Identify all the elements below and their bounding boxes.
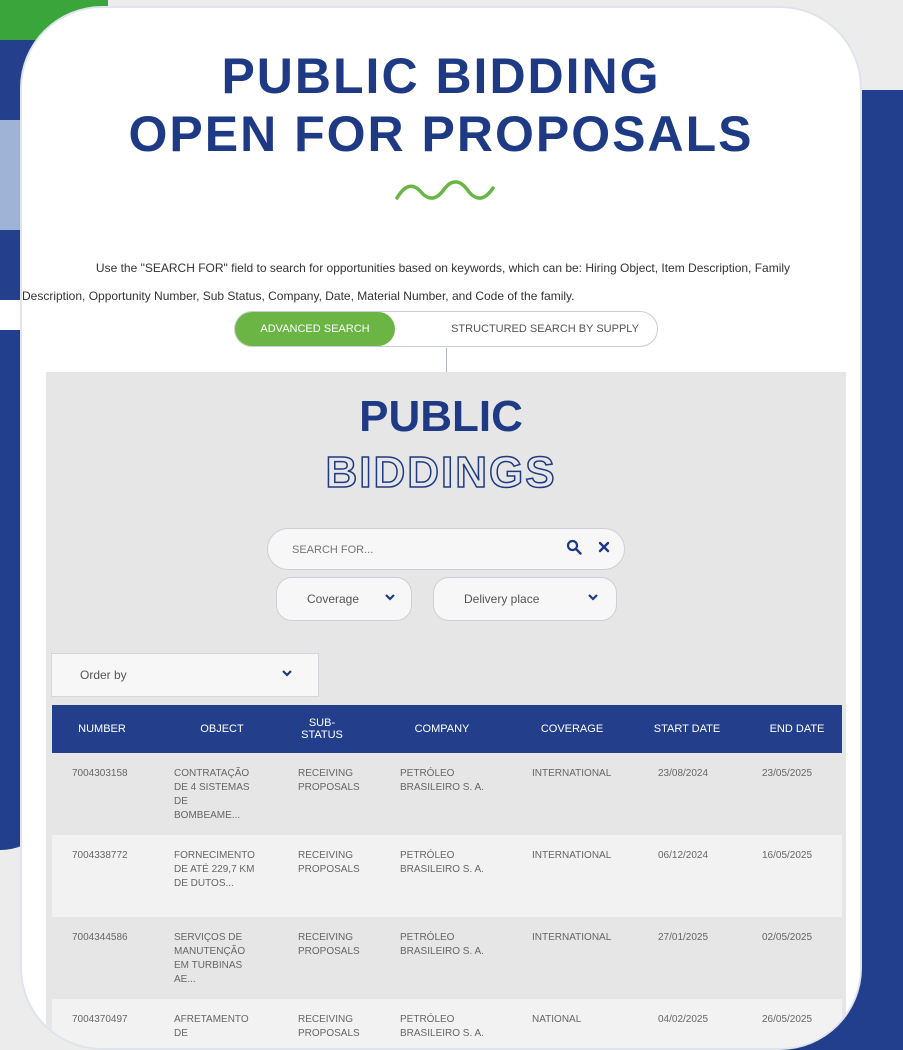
hero-title-line1: PUBLIC BIDDING: [221, 48, 661, 104]
cell-object: FORNECIMENTO DE ATÉ 229,7 KM DE DUTOS...: [174, 850, 255, 889]
panel-title-public: PUBLIC: [359, 392, 523, 441]
header-number[interactable]: NUMBER: [52, 705, 152, 753]
header-object[interactable]: OBJECT: [167, 705, 277, 753]
header-sub-status[interactable]: SUB- STATUS: [282, 705, 362, 753]
table-row[interactable]: 7004344586 SERVIÇOS DE MANUTENÇÃO EM TUR…: [52, 917, 842, 999]
hero-title-line2: OPEN FOR PROPOSALS: [128, 106, 754, 162]
cell-company: PETRÓLEO BRASILEIRO S. A.: [400, 768, 484, 793]
cell-status: RECEIVING PROPOSALS: [298, 1014, 360, 1039]
cell-number: 7004303158: [72, 768, 128, 779]
chevron-down-icon: [282, 666, 298, 682]
cell-end-date: 23/05/2025: [762, 768, 813, 779]
search-box: [267, 528, 625, 570]
clear-icon[interactable]: [594, 539, 614, 559]
cell-status: RECEIVING PROPOSALS: [298, 932, 360, 957]
header-company[interactable]: COMPANY: [387, 705, 497, 753]
coverage-dropdown[interactable]: Coverage: [276, 577, 412, 621]
cell-start-date: 04/02/2025: [658, 1014, 709, 1025]
cell-status: RECEIVING PROPOSALS: [298, 850, 360, 875]
cell-status: RECEIVING PROPOSALS: [298, 768, 360, 793]
intro-text: Use the "SEARCH FOR" field to search for…: [22, 254, 838, 310]
order-by-label: Order by: [80, 668, 127, 682]
cell-coverage: INTERNATIONAL: [532, 768, 612, 779]
order-by-dropdown[interactable]: Order by: [51, 653, 319, 697]
delivery-place-dropdown[interactable]: Delivery place: [433, 577, 617, 621]
cell-object: SERVIÇOS DE MANUTENÇÃO EM TURBINAS AE...: [174, 932, 246, 985]
cell-start-date: 06/12/2024: [658, 850, 709, 861]
cell-number: 7004344586: [72, 932, 128, 943]
header-start-date[interactable]: START DATE: [642, 705, 732, 753]
table-row[interactable]: 7004370497 AFRETAMENTO DE RECEIVING PROP…: [52, 999, 842, 1048]
chevron-down-icon: [385, 590, 401, 606]
cell-end-date: 16/05/2025: [762, 850, 813, 861]
tab-structured-search[interactable]: STRUCTURED SEARCH BY SUPPLY: [435, 312, 655, 346]
cell-start-date: 27/01/2025: [658, 932, 709, 943]
header-end-date[interactable]: END DATE: [752, 705, 842, 753]
cell-number: 7004338772: [72, 850, 128, 861]
tab-advanced-search[interactable]: ADVANCED SEARCH: [235, 312, 395, 346]
cell-coverage: INTERNATIONAL: [532, 850, 612, 861]
coverage-label: Coverage: [307, 592, 360, 606]
cell-coverage: NATIONAL: [532, 1014, 582, 1025]
cell-company: PETRÓLEO BRASILEIRO S. A.: [400, 932, 484, 957]
cell-object: CONTRATAÇÃO DE 4 SISTEMAS DE BOMBEAME...: [174, 768, 250, 821]
delivery-place-label: Delivery place: [464, 592, 540, 606]
cell-number: 7004370497: [72, 1014, 128, 1025]
cell-start-date: 23/08/2024: [658, 768, 709, 779]
intro-line-2: Description, Opportunity Number, Sub Sta…: [22, 289, 575, 303]
table-row[interactable]: 7004338772 FORNECIMENTO DE ATÉ 229,7 KM …: [52, 835, 842, 917]
chevron-down-icon: [588, 590, 604, 606]
squiggle-decoration: [395, 180, 495, 200]
search-icon[interactable]: [564, 539, 584, 559]
cell-end-date: 26/05/2025: [762, 1014, 813, 1025]
table-row[interactable]: 7004303158 CONTRATAÇÃO DE 4 SISTEMAS DE …: [52, 753, 842, 835]
panel-title-biddings: BIDDINGS: [325, 447, 557, 498]
connector-line: [446, 348, 447, 374]
bidding-card: PUBLIC BIDDING OPEN FOR PROPOSALS Use th…: [22, 8, 860, 1048]
header-coverage[interactable]: COVERAGE: [522, 705, 622, 753]
cell-company: PETRÓLEO BRASILEIRO S. A.: [400, 850, 484, 875]
cell-object: AFRETAMENTO DE: [174, 1014, 249, 1039]
cell-coverage: INTERNATIONAL: [532, 932, 612, 943]
cell-company: PETRÓLEO BRASILEIRO S. A.: [400, 1014, 484, 1039]
search-input[interactable]: [290, 539, 524, 561]
intro-line-1: Use the "SEARCH FOR" field to search for…: [95, 261, 791, 275]
search-mode-toggle: ADVANCED SEARCH STRUCTURED SEARCH BY SUP…: [234, 311, 658, 347]
table-header: NUMBER OBJECT SUB- STATUS COMPANY COVERA…: [52, 705, 842, 753]
cell-end-date: 02/05/2025: [762, 932, 813, 943]
